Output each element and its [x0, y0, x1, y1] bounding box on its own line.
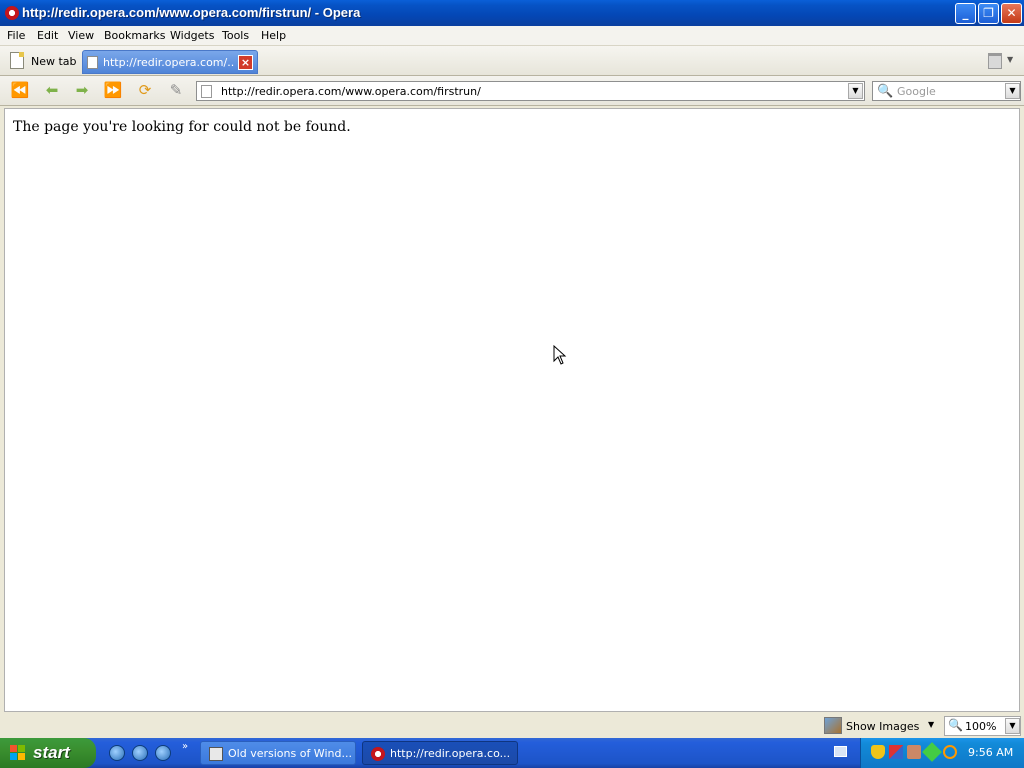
pencil-icon[interactable]: ✎: [165, 80, 187, 100]
address-input[interactable]: http://redir.opera.com/www.opera.com/fir…: [221, 85, 481, 98]
error-message: The page you're looking for could not be…: [13, 119, 351, 135]
taskbar-button-label: http://redir.opera.co...: [390, 747, 511, 760]
quick-launch-ie-icon[interactable]: [155, 745, 171, 761]
back-arrow-icon[interactable]: ⬅: [41, 80, 63, 100]
taskbar-button-active[interactable]: http://redir.opera.co...: [362, 741, 518, 765]
tab-active[interactable]: http://redir.opera.com/... ×: [82, 50, 258, 74]
opera-logo-icon: [371, 747, 385, 761]
close-tab-button[interactable]: ×: [238, 55, 253, 70]
show-images-button[interactable]: Show Images ▼: [824, 716, 940, 736]
tray-app-icon[interactable]: [907, 745, 921, 759]
trash-icon[interactable]: [988, 53, 1002, 69]
reload-icon[interactable]: ⟳: [134, 80, 156, 100]
search-engine-dropdown-button[interactable]: ▼: [1005, 83, 1020, 99]
taskbar-button-label: Old versions of Wind...: [228, 747, 352, 760]
search-placeholder: Google: [897, 85, 936, 98]
menu-edit[interactable]: Edit: [37, 29, 58, 42]
zoom-dropdown-button[interactable]: ▼: [1005, 718, 1020, 734]
menu-widgets[interactable]: Widgets: [170, 29, 214, 42]
restore-button[interactable]: ❐: [978, 3, 999, 24]
quick-launch-more-button[interactable]: »: [182, 741, 188, 752]
quick-launch-ie-icon[interactable]: [132, 745, 148, 761]
search-field[interactable]: 🔍 Google: [872, 81, 1021, 101]
new-tab-label: New tab: [31, 55, 77, 68]
menu-bar: File Edit View Bookmarks Widgets Tools H…: [0, 26, 1024, 46]
close-button[interactable]: ✕: [1001, 3, 1022, 24]
address-bar[interactable]: http://redir.opera.com/www.opera.com/fir…: [196, 81, 865, 101]
image-icon: [824, 717, 842, 734]
menu-help[interactable]: Help: [261, 29, 286, 42]
menu-tools[interactable]: Tools: [222, 29, 249, 42]
page-icon: [87, 56, 98, 69]
window-icon: [209, 747, 223, 761]
tray-search-icon[interactable]: [943, 745, 957, 759]
forward-arrow-icon[interactable]: ➡: [71, 80, 93, 100]
show-images-label: Show Images: [846, 720, 920, 733]
chevron-down-icon[interactable]: ▼: [1007, 55, 1013, 64]
page-icon: [201, 85, 212, 98]
tab-label: http://redir.opera.com/...: [103, 56, 235, 69]
menu-file[interactable]: File: [7, 29, 25, 42]
keyboard-icon[interactable]: [834, 746, 847, 757]
address-dropdown-button[interactable]: ▼: [848, 83, 863, 99]
taskbar-button[interactable]: Old versions of Wind...: [200, 741, 356, 765]
zoom-value: 100%: [965, 720, 997, 733]
quick-launch-ie-icon[interactable]: [109, 745, 125, 761]
clock[interactable]: 9:56 AM: [968, 746, 1013, 759]
menu-bookmarks[interactable]: Bookmarks: [104, 29, 165, 42]
network-icon[interactable]: [889, 745, 903, 759]
new-tab-icon: [10, 52, 24, 69]
minimize-button[interactable]: _: [955, 3, 976, 24]
chevron-down-icon: ▼: [928, 720, 935, 729]
start-button[interactable]: start: [0, 738, 96, 768]
start-label: start: [33, 743, 70, 762]
window-title: http://redir.opera.com/www.opera.com/fir…: [22, 5, 361, 20]
fast-forward-icon[interactable]: ⏩: [102, 80, 124, 100]
magnifier-icon: 🔍: [877, 84, 894, 99]
new-tab-button[interactable]: New tab: [8, 50, 80, 72]
security-shield-icon[interactable]: [871, 745, 885, 759]
zoom-icon: 🔍: [948, 718, 963, 732]
windows-logo-icon: [10, 745, 26, 761]
menu-view[interactable]: View: [68, 29, 94, 42]
rewind-icon[interactable]: ⏪: [9, 80, 31, 100]
opera-logo-icon: [5, 6, 19, 20]
mouse-pointer-icon: [553, 345, 567, 365]
page-content[interactable]: The page you're looking for could not be…: [4, 108, 1020, 712]
title-bar[interactable]: http://redir.opera.com/www.opera.com/fir…: [0, 0, 1024, 26]
